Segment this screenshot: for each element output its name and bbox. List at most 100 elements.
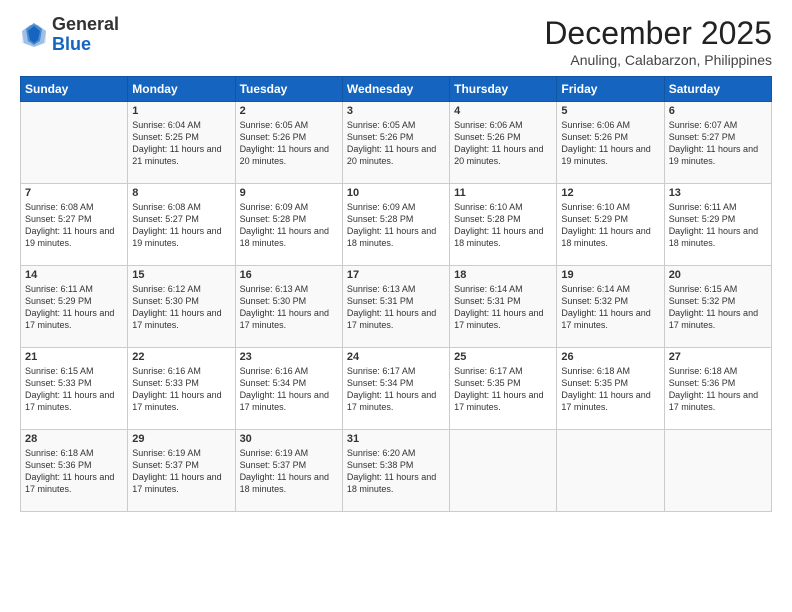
day-number: 25 bbox=[454, 351, 552, 363]
sunrise: Sunrise: 6:17 AM bbox=[347, 366, 416, 376]
title-block: December 2025 Anuling, Calabarzon, Phili… bbox=[544, 15, 772, 68]
sunset: Sunset: 5:34 PM bbox=[240, 378, 307, 388]
daylight: Daylight: 11 hours and 18 minutes. bbox=[347, 472, 436, 494]
cell-info: Sunrise: 6:17 AM Sunset: 5:34 PM Dayligh… bbox=[347, 365, 445, 414]
month-title: December 2025 bbox=[544, 15, 772, 52]
sunrise: Sunrise: 6:10 AM bbox=[454, 202, 523, 212]
day-number: 16 bbox=[240, 269, 338, 281]
location: Anuling, Calabarzon, Philippines bbox=[544, 52, 772, 68]
daylight: Daylight: 11 hours and 18 minutes. bbox=[347, 226, 436, 248]
table-row: 14 Sunrise: 6:11 AM Sunset: 5:29 PM Dayl… bbox=[21, 266, 128, 348]
sunrise: Sunrise: 6:14 AM bbox=[454, 284, 523, 294]
cell-info: Sunrise: 6:15 AM Sunset: 5:33 PM Dayligh… bbox=[25, 365, 123, 414]
table-row: 22 Sunrise: 6:16 AM Sunset: 5:33 PM Dayl… bbox=[128, 348, 235, 430]
cell-info: Sunrise: 6:16 AM Sunset: 5:34 PM Dayligh… bbox=[240, 365, 338, 414]
daylight: Daylight: 11 hours and 17 minutes. bbox=[25, 308, 114, 330]
sunset: Sunset: 5:29 PM bbox=[25, 296, 92, 306]
col-thursday: Thursday bbox=[450, 77, 557, 102]
daylight: Daylight: 11 hours and 17 minutes. bbox=[561, 390, 650, 412]
table-row: 4 Sunrise: 6:06 AM Sunset: 5:26 PM Dayli… bbox=[450, 102, 557, 184]
calendar-page: General Blue December 2025 Anuling, Cala… bbox=[0, 0, 792, 612]
week-row-3: 14 Sunrise: 6:11 AM Sunset: 5:29 PM Dayl… bbox=[21, 266, 772, 348]
sunrise: Sunrise: 6:15 AM bbox=[25, 366, 94, 376]
sunset: Sunset: 5:26 PM bbox=[240, 132, 307, 142]
sunset: Sunset: 5:27 PM bbox=[669, 132, 736, 142]
daylight: Daylight: 11 hours and 17 minutes. bbox=[240, 308, 329, 330]
day-number: 26 bbox=[561, 351, 659, 363]
cell-info: Sunrise: 6:04 AM Sunset: 5:25 PM Dayligh… bbox=[132, 119, 230, 168]
day-number: 23 bbox=[240, 351, 338, 363]
table-row: 13 Sunrise: 6:11 AM Sunset: 5:29 PM Dayl… bbox=[664, 184, 771, 266]
sunset: Sunset: 5:36 PM bbox=[669, 378, 736, 388]
daylight: Daylight: 11 hours and 17 minutes. bbox=[347, 390, 436, 412]
sunset: Sunset: 5:26 PM bbox=[347, 132, 414, 142]
sunrise: Sunrise: 6:06 AM bbox=[561, 120, 630, 130]
daylight: Daylight: 11 hours and 17 minutes. bbox=[561, 308, 650, 330]
table-row: 28 Sunrise: 6:18 AM Sunset: 5:36 PM Dayl… bbox=[21, 430, 128, 512]
daylight: Daylight: 11 hours and 19 minutes. bbox=[561, 144, 650, 166]
table-row bbox=[664, 430, 771, 512]
header-row: Sunday Monday Tuesday Wednesday Thursday… bbox=[21, 77, 772, 102]
col-wednesday: Wednesday bbox=[342, 77, 449, 102]
cell-info: Sunrise: 6:09 AM Sunset: 5:28 PM Dayligh… bbox=[240, 201, 338, 250]
sunset: Sunset: 5:28 PM bbox=[240, 214, 307, 224]
day-number: 22 bbox=[132, 351, 230, 363]
sunrise: Sunrise: 6:06 AM bbox=[454, 120, 523, 130]
daylight: Daylight: 11 hours and 18 minutes. bbox=[561, 226, 650, 248]
sunrise: Sunrise: 6:14 AM bbox=[561, 284, 630, 294]
table-row: 19 Sunrise: 6:14 AM Sunset: 5:32 PM Dayl… bbox=[557, 266, 664, 348]
cell-info: Sunrise: 6:14 AM Sunset: 5:32 PM Dayligh… bbox=[561, 283, 659, 332]
logo-general: General bbox=[52, 14, 119, 34]
cell-info: Sunrise: 6:19 AM Sunset: 5:37 PM Dayligh… bbox=[132, 447, 230, 496]
table-row: 8 Sunrise: 6:08 AM Sunset: 5:27 PM Dayli… bbox=[128, 184, 235, 266]
table-row: 5 Sunrise: 6:06 AM Sunset: 5:26 PM Dayli… bbox=[557, 102, 664, 184]
sunrise: Sunrise: 6:17 AM bbox=[454, 366, 523, 376]
day-number: 19 bbox=[561, 269, 659, 281]
cell-info: Sunrise: 6:16 AM Sunset: 5:33 PM Dayligh… bbox=[132, 365, 230, 414]
col-friday: Friday bbox=[557, 77, 664, 102]
table-row: 17 Sunrise: 6:13 AM Sunset: 5:31 PM Dayl… bbox=[342, 266, 449, 348]
cell-info: Sunrise: 6:20 AM Sunset: 5:38 PM Dayligh… bbox=[347, 447, 445, 496]
cell-info: Sunrise: 6:19 AM Sunset: 5:37 PM Dayligh… bbox=[240, 447, 338, 496]
daylight: Daylight: 11 hours and 17 minutes. bbox=[132, 472, 221, 494]
daylight: Daylight: 11 hours and 20 minutes. bbox=[347, 144, 436, 166]
sunset: Sunset: 5:36 PM bbox=[25, 460, 92, 470]
daylight: Daylight: 11 hours and 20 minutes. bbox=[454, 144, 543, 166]
sunset: Sunset: 5:26 PM bbox=[454, 132, 521, 142]
day-number: 10 bbox=[347, 187, 445, 199]
cell-info: Sunrise: 6:07 AM Sunset: 5:27 PM Dayligh… bbox=[669, 119, 767, 168]
daylight: Daylight: 11 hours and 17 minutes. bbox=[454, 308, 543, 330]
sunset: Sunset: 5:30 PM bbox=[132, 296, 199, 306]
header: General Blue December 2025 Anuling, Cala… bbox=[20, 15, 772, 68]
cell-info: Sunrise: 6:11 AM Sunset: 5:29 PM Dayligh… bbox=[669, 201, 767, 250]
daylight: Daylight: 11 hours and 17 minutes. bbox=[454, 390, 543, 412]
day-number: 27 bbox=[669, 351, 767, 363]
cell-info: Sunrise: 6:17 AM Sunset: 5:35 PM Dayligh… bbox=[454, 365, 552, 414]
cell-info: Sunrise: 6:08 AM Sunset: 5:27 PM Dayligh… bbox=[132, 201, 230, 250]
sunset: Sunset: 5:37 PM bbox=[132, 460, 199, 470]
sunrise: Sunrise: 6:16 AM bbox=[132, 366, 201, 376]
sunrise: Sunrise: 6:07 AM bbox=[669, 120, 738, 130]
sunrise: Sunrise: 6:09 AM bbox=[347, 202, 416, 212]
day-number: 6 bbox=[669, 105, 767, 117]
table-row: 29 Sunrise: 6:19 AM Sunset: 5:37 PM Dayl… bbox=[128, 430, 235, 512]
table-row bbox=[450, 430, 557, 512]
sunrise: Sunrise: 6:16 AM bbox=[240, 366, 309, 376]
day-number: 4 bbox=[454, 105, 552, 117]
day-number: 13 bbox=[669, 187, 767, 199]
daylight: Daylight: 11 hours and 19 minutes. bbox=[669, 144, 758, 166]
sunset: Sunset: 5:34 PM bbox=[347, 378, 414, 388]
sunset: Sunset: 5:27 PM bbox=[132, 214, 199, 224]
day-number: 5 bbox=[561, 105, 659, 117]
daylight: Daylight: 11 hours and 17 minutes. bbox=[669, 390, 758, 412]
cell-info: Sunrise: 6:18 AM Sunset: 5:36 PM Dayligh… bbox=[669, 365, 767, 414]
daylight: Daylight: 11 hours and 20 minutes. bbox=[240, 144, 329, 166]
sunset: Sunset: 5:29 PM bbox=[669, 214, 736, 224]
sunset: Sunset: 5:31 PM bbox=[347, 296, 414, 306]
cell-info: Sunrise: 6:06 AM Sunset: 5:26 PM Dayligh… bbox=[561, 119, 659, 168]
sunset: Sunset: 5:35 PM bbox=[454, 378, 521, 388]
week-row-1: 1 Sunrise: 6:04 AM Sunset: 5:25 PM Dayli… bbox=[21, 102, 772, 184]
col-tuesday: Tuesday bbox=[235, 77, 342, 102]
day-number: 17 bbox=[347, 269, 445, 281]
cell-info: Sunrise: 6:08 AM Sunset: 5:27 PM Dayligh… bbox=[25, 201, 123, 250]
